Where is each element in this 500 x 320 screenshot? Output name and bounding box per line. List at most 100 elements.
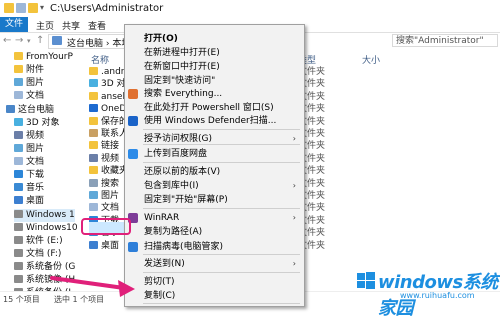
drive-icon <box>14 223 23 231</box>
table-row[interactable]: 链接 <box>89 140 119 152</box>
sidebar-item[interactable]: 附件 <box>14 64 44 77</box>
table-row[interactable]: 桌面 <box>89 240 119 252</box>
search-input[interactable]: 搜索"Administrator" <box>392 34 498 47</box>
menu-item[interactable]: WinRAR <box>144 211 179 225</box>
sidebar-item[interactable]: 文档 (F:) <box>14 248 61 261</box>
folder-icon <box>14 65 23 73</box>
table-row[interactable]: 搜索 <box>89 178 119 190</box>
sidebar-item[interactable]: 3D 对象 <box>14 117 60 130</box>
menu-item[interactable]: 还原以前的版本(V) <box>144 165 220 179</box>
sidebar-item-label: 视频 <box>26 131 45 141</box>
table-row[interactable]: 收藏夹 <box>89 165 128 177</box>
menu-item[interactable]: 扫描病毒(电脑管家) <box>144 240 223 254</box>
title-bar: ▾ C:\Users\Administrator <box>0 0 500 18</box>
tab-share[interactable]: 共享 <box>62 19 80 32</box>
pictures-icon <box>89 191 98 199</box>
forward-icon[interactable]: → <box>15 35 25 47</box>
sidebar-item-label: 文档 <box>26 157 45 167</box>
sidebar-item-label: 桌面 <box>26 196 45 206</box>
sidebar-item[interactable]: 这台电脑 <box>6 104 54 117</box>
sidebar-item-label: 系统镜像 (H <box>26 275 76 285</box>
qa-dropdown-icon[interactable]: ▾ <box>40 3 44 12</box>
context-menu: 打开(O) 在新进程中打开(E) 在新窗口中打开(E) 固定到"快速访问" 搜索 Eve… <box>124 24 305 307</box>
back-icon[interactable]: ← <box>3 35 13 47</box>
sidebar-item[interactable]: 软件 (E:) <box>14 235 63 248</box>
sidebar-item-label: 图片 <box>26 144 45 154</box>
tab-home[interactable]: 主页 <box>36 19 54 32</box>
3d-objects-icon <box>89 79 98 88</box>
file-name: OneD <box>101 104 127 115</box>
tab-file[interactable]: 文件 <box>0 17 28 32</box>
sidebar-item[interactable]: 下载 <box>14 169 44 182</box>
sidebar-item[interactable]: 图片 <box>14 143 44 156</box>
menu-item[interactable]: 固定到"开始"屏幕(P) <box>144 193 228 207</box>
drive-icon <box>14 249 23 257</box>
defender-icon <box>128 116 138 126</box>
menu-item[interactable]: 在新进程中打开(E) <box>144 46 220 60</box>
sidebar-item-label: 附件 <box>26 65 45 75</box>
table-row[interactable]: 3D 对 <box>89 78 126 90</box>
table-row[interactable]: 文档 <box>89 202 119 214</box>
favorites-icon <box>89 166 98 175</box>
sidebar-item[interactable]: 视频 <box>14 130 44 143</box>
sidebar-item-label: 系统备份 (G <box>26 262 76 272</box>
file-name: 图片 <box>101 191 120 201</box>
sidebar-item[interactable]: 音乐 <box>14 182 44 195</box>
menu-item[interactable]: 包含到库中(I) <box>144 179 199 193</box>
menu-separator <box>143 129 300 130</box>
sidebar-item[interactable]: 桌面 <box>14 195 44 208</box>
new-folder-icon[interactable] <box>28 3 38 13</box>
file-name: 视频 <box>101 153 120 164</box>
search-icon <box>89 178 98 187</box>
sidebar-item-label: Windows10 <box>26 223 78 233</box>
desktop-icon <box>89 240 98 249</box>
menu-item[interactable]: 上传到百度网盘 <box>144 147 207 161</box>
documents-icon <box>14 91 23 99</box>
computer-icon <box>6 105 15 113</box>
sidebar-item[interactable]: 系统备份 (G <box>14 261 75 274</box>
drive-icon <box>14 275 23 283</box>
file-name: 链接 <box>101 141 120 152</box>
properties-icon[interactable] <box>16 3 26 13</box>
menu-item[interactable]: 在新窗口中打开(E) <box>144 60 220 74</box>
menu-separator <box>143 144 300 145</box>
folder-icon <box>89 67 98 75</box>
menu-item[interactable]: 使用 Windows Defender扫描... <box>144 114 276 128</box>
drive-icon <box>14 262 23 270</box>
column-header-size[interactable]: 大小 <box>362 53 380 66</box>
file-name: 搜索 <box>101 178 120 189</box>
onedrive-icon <box>89 104 98 113</box>
table-row[interactable]: 视频 <box>89 153 119 165</box>
menu-item[interactable]: 搜索 Everything... <box>144 87 222 101</box>
tab-view[interactable]: 查看 <box>88 19 106 32</box>
breadcrumb[interactable]: 这台电脑 › 本地 <box>67 36 130 49</box>
music-icon <box>14 183 23 191</box>
sidebar-item[interactable]: 文档 <box>14 90 44 103</box>
menu-item[interactable]: 发送到(N) <box>144 257 185 271</box>
column-header-name[interactable]: 名称 <box>91 53 109 66</box>
table-row[interactable]: 图片 <box>89 190 119 202</box>
sidebar-item[interactable]: FromYourP <box>14 51 73 64</box>
up-icon[interactable]: ↑ <box>36 35 46 47</box>
sidebar-item[interactable]: 图片 <box>14 77 44 90</box>
menu-item[interactable]: 复制为路径(A) <box>144 225 202 239</box>
navigation-pane: FromYourP 附件 图片 文档 这台电脑 3D 对象 视频 图片 文档 下载 音乐 桌面 Wind… <box>0 49 81 298</box>
table-row[interactable]: OneD <box>89 103 126 115</box>
sidebar-item[interactable]: 文档 <box>14 156 44 169</box>
window-title: C:\Users\Administrator <box>50 3 164 14</box>
sidebar-item[interactable]: Windows10 <box>14 222 78 235</box>
menu-item[interactable]: 打开(O) <box>144 32 178 46</box>
table-row[interactable]: 联系人 <box>89 128 128 140</box>
table-row[interactable]: ansel <box>89 91 125 103</box>
table-row[interactable]: 保存的 <box>89 116 128 128</box>
menu-item[interactable]: 固定到"快速访问" <box>144 74 215 88</box>
sidebar-item[interactable]: Windows 1 <box>14 209 75 222</box>
menu-item[interactable]: 剪切(T) <box>144 275 175 289</box>
folder-icon <box>89 116 98 125</box>
menu-item[interactable]: 复制(C) <box>144 289 175 303</box>
menu-item[interactable]: 在此处打开 Powershell 窗口(S) <box>144 101 274 115</box>
file-name: 3D 对 <box>101 79 126 90</box>
sidebar-item[interactable]: 系统镜像 (H <box>14 274 75 287</box>
sidebar-item-label: 音乐 <box>26 183 45 193</box>
documents-icon <box>14 157 23 165</box>
